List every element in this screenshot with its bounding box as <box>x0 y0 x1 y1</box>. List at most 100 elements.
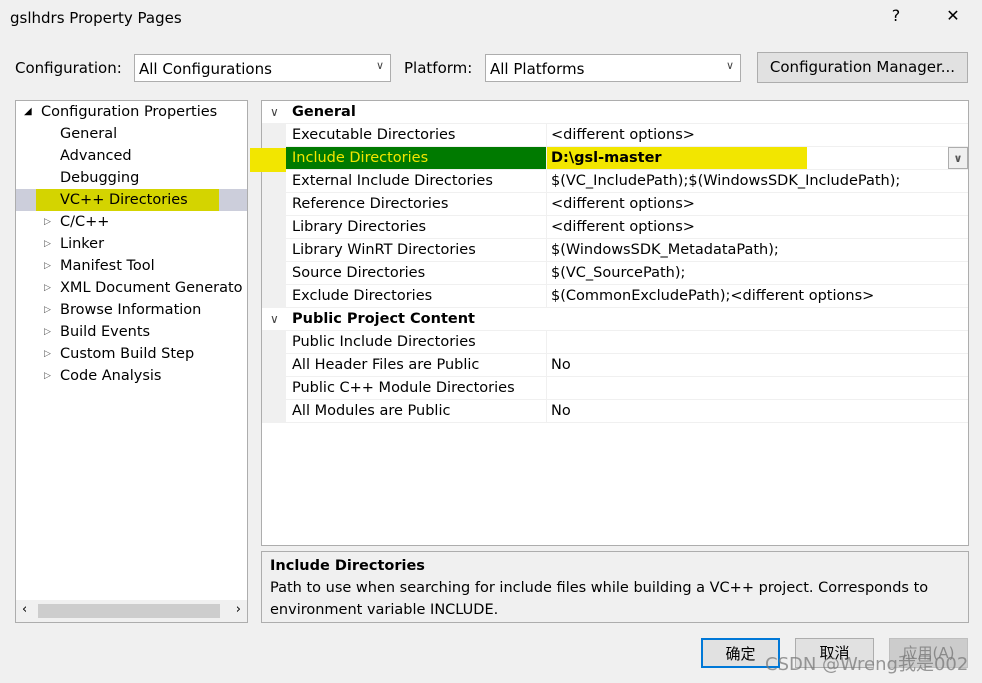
collapsed-triangle-icon: ▷ <box>44 261 51 271</box>
category-public[interactable]: ∨ Public Project Content <box>262 308 968 331</box>
property-value[interactable]: No <box>546 400 968 422</box>
tree-item-label: C/C++ <box>60 214 110 230</box>
close-button[interactable]: ✕ <box>938 6 968 25</box>
row-gutter <box>262 193 286 216</box>
chevron-down-icon: ∨ <box>725 59 734 72</box>
property-value[interactable]: $(VC_IncludePath);$(WindowsSDK_IncludePa… <box>546 170 968 192</box>
property-row[interactable]: All Header Files are Public No <box>262 354 968 377</box>
expanded-triangle-icon: ◢ <box>24 106 32 117</box>
chevron-down-icon: ∨ <box>375 59 384 72</box>
property-value[interactable]: $(CommonExcludePath);<different options> <box>546 285 968 307</box>
tree-item-label: Advanced <box>60 148 132 164</box>
row-gutter <box>262 400 286 423</box>
category-label: Public Project Content <box>292 311 475 327</box>
property-value[interactable]: <different options> <box>546 193 968 215</box>
tree-item[interactable]: ▷ C/C++ <box>16 211 247 233</box>
collapsed-triangle-icon: ▷ <box>44 283 51 293</box>
tree-item-label: Code Analysis <box>60 368 162 384</box>
property-tree: ◢ Configuration Properties General Advanced… <box>15 100 248 623</box>
tree-item[interactable]: ▷ Custom Build Step <box>16 343 247 365</box>
property-name: Library WinRT Directories <box>292 242 476 258</box>
tree-item-label: XML Document Generato <box>60 280 243 296</box>
scroll-left-icon[interactable]: ‹ <box>22 602 27 617</box>
tree-item[interactable]: ▷ Manifest Tool <box>16 255 247 277</box>
property-row[interactable]: Library WinRT Directories $(WindowsSDK_Me… <box>262 239 968 262</box>
tree-item[interactable]: ▷ Code Analysis <box>16 365 247 387</box>
property-row[interactable]: Reference Directories <different options> <box>262 193 968 216</box>
property-row[interactable]: Source Directories $(VC_SourcePath); <box>262 262 968 285</box>
property-value[interactable]: <different options> <box>546 124 968 146</box>
property-row[interactable]: Include Directories D:\gsl-master ∨ <box>262 147 968 170</box>
property-value-text: <different options> <box>551 196 695 212</box>
tree-item-configuration-properties[interactable]: ◢ Configuration Properties <box>16 101 247 123</box>
tree-item[interactable]: ▷ XML Document Generato <box>16 277 247 299</box>
property-row[interactable]: Public C++ Module Directories <box>262 377 968 400</box>
collapsed-triangle-icon: ▷ <box>44 217 51 227</box>
tree-item[interactable]: General <box>16 123 247 145</box>
description-panel: Include Directories Path to use when sea… <box>261 551 969 623</box>
property-row[interactable]: Library Directories <different options> <box>262 216 968 239</box>
category-label: General <box>292 104 356 120</box>
property-name: Library Directories <box>292 219 427 235</box>
row-gutter <box>262 285 286 308</box>
tree-item-label: Manifest Tool <box>60 258 155 274</box>
row-gutter <box>262 239 286 262</box>
dropdown-button[interactable]: ∨ <box>948 147 968 169</box>
category-general[interactable]: ∨ General <box>262 101 968 124</box>
property-row[interactable]: Exclude Directories $(CommonExcludePath);… <box>262 285 968 308</box>
property-row[interactable]: All Modules are Public No <box>262 400 968 423</box>
tree-item[interactable]: ▷ Build Events <box>16 321 247 343</box>
tree-item[interactable]: VC++ Directories <box>16 189 247 211</box>
property-name: All Header Files are Public <box>292 357 480 373</box>
property-value[interactable]: D:\gsl-master ∨ <box>546 147 968 169</box>
configuration-select[interactable]: All Configurations ∨ <box>134 54 391 82</box>
platform-value: All Platforms <box>490 60 585 78</box>
tree-item-label: Configuration Properties <box>41 104 218 120</box>
configuration-label: Configuration: <box>15 59 122 77</box>
property-value-text: No <box>551 403 571 419</box>
property-name: External Include Directories <box>292 173 493 189</box>
configuration-manager-button[interactable]: Configuration Manager... <box>757 52 968 83</box>
scrollbar-thumb[interactable] <box>38 604 220 618</box>
property-value[interactable]: $(VC_SourcePath); <box>546 262 968 284</box>
row-gutter <box>262 354 286 377</box>
scroll-right-icon[interactable]: › <box>236 602 241 617</box>
property-name: Include Directories <box>286 147 546 169</box>
property-value-text: $(VC_SourcePath); <box>551 265 686 281</box>
horizontal-scrollbar[interactable]: ‹ › <box>16 600 247 622</box>
row-gutter <box>262 170 286 193</box>
property-value[interactable]: No <box>546 354 968 376</box>
property-value[interactable] <box>546 331 968 353</box>
property-name: Exclude Directories <box>292 288 433 304</box>
tree-item[interactable]: Advanced <box>16 145 247 167</box>
property-name: All Modules are Public <box>292 403 451 419</box>
description-text: Path to use when searching for include f… <box>270 580 929 618</box>
help-button[interactable]: ? <box>881 6 911 25</box>
property-value-text: <different options> <box>551 127 695 143</box>
tree-item[interactable]: ▷ Browse Information <box>16 299 247 321</box>
property-row[interactable]: Executable Directories <different options… <box>262 124 968 147</box>
property-value-text: <different options> <box>551 219 695 235</box>
property-value[interactable]: $(WindowsSDK_MetadataPath); <box>546 239 968 261</box>
property-value[interactable]: <different options> <box>546 216 968 238</box>
property-value-text: $(WindowsSDK_MetadataPath); <box>551 242 779 258</box>
watermark: CSDN @Wreng我是002 <box>765 654 969 675</box>
property-name: Public Include Directories <box>292 334 476 350</box>
chevron-down-icon: ∨ <box>270 312 279 326</box>
tree-item-label: Debugging <box>60 170 140 186</box>
property-value-text: $(VC_IncludePath);$(WindowsSDK_IncludePa… <box>551 173 901 189</box>
tree-item[interactable]: Debugging <box>16 167 247 189</box>
highlight-marker <box>250 148 286 172</box>
property-value[interactable] <box>546 377 968 399</box>
property-row[interactable]: Public Include Directories <box>262 331 968 354</box>
tree-item-label: General <box>60 126 118 142</box>
property-row[interactable]: External Include Directories $(VC_Include… <box>262 170 968 193</box>
chevron-down-icon: ∨ <box>270 105 279 119</box>
property-value-text: $(CommonExcludePath);<different options> <box>551 288 875 304</box>
property-value-text: No <box>551 357 571 373</box>
collapsed-triangle-icon: ▷ <box>44 305 51 315</box>
row-gutter <box>262 262 286 285</box>
platform-select[interactable]: All Platforms ∨ <box>485 54 741 82</box>
tree-item[interactable]: ▷ Linker <box>16 233 247 255</box>
property-name: Public C++ Module Directories <box>292 380 515 396</box>
